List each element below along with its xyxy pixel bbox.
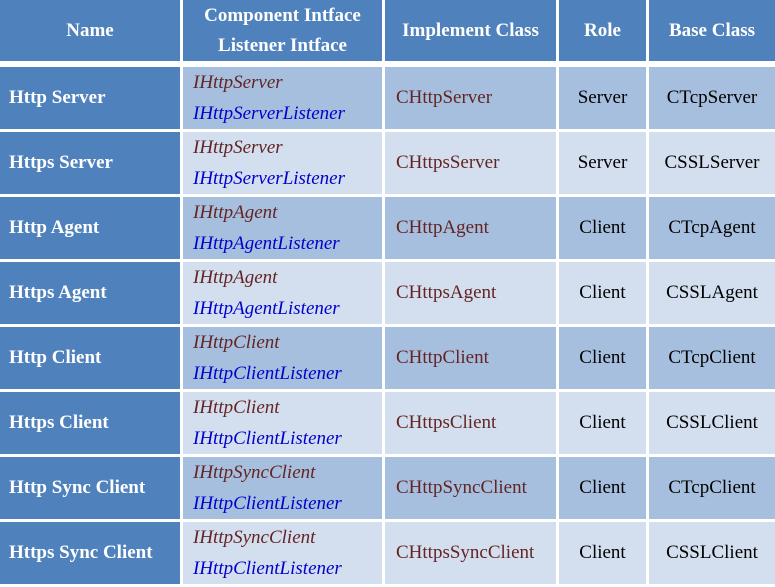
table-row: Http Sync Client IHttpSyncClient IHttpClie… bbox=[0, 457, 775, 522]
cell-name: Http Client bbox=[0, 327, 183, 392]
table-row: Http Client IHttpClient IHttpClientListene… bbox=[0, 327, 775, 392]
component-interface: IHttpClient bbox=[193, 397, 280, 418]
cell-role: Client bbox=[559, 327, 649, 392]
cell-role: Server bbox=[559, 67, 649, 132]
component-interface: IHttpAgent bbox=[193, 267, 278, 288]
cell-role: Client bbox=[559, 262, 649, 327]
cell-name: Https Agent bbox=[0, 262, 183, 327]
table-row: Http Agent IHttpAgent IHttpAgentListener CH… bbox=[0, 197, 775, 262]
table-row: Https Client IHttpClient IHttpClientListen… bbox=[0, 392, 775, 457]
cell-implement-class: CHttpServer bbox=[385, 67, 559, 132]
cell-interfaces: IHttpSyncClient IHttpClientListener bbox=[183, 522, 385, 587]
cell-role: Client bbox=[559, 392, 649, 457]
cell-role: Client bbox=[559, 197, 649, 262]
header-implement-class: Implement Class bbox=[385, 0, 559, 67]
cell-implement-class: CHttpsAgent bbox=[385, 262, 559, 327]
header-interface-line1: Component Intface bbox=[204, 4, 361, 26]
cell-implement-class: CHttpAgent bbox=[385, 197, 559, 262]
cell-name: Https Sync Client bbox=[0, 522, 183, 587]
cell-name: Https Server bbox=[0, 132, 183, 197]
cell-interfaces: IHttpServer IHttpServerListener bbox=[183, 67, 385, 132]
listener-interface: IHttpClientListener bbox=[193, 493, 342, 514]
cell-interfaces: IHttpClient IHttpClientListener bbox=[183, 392, 385, 457]
header-role: Role bbox=[559, 0, 649, 67]
cell-base-class: CSSLServer bbox=[649, 132, 775, 197]
cell-base-class: CSSLClient bbox=[649, 522, 775, 587]
cell-base-class: CTcpServer bbox=[649, 67, 775, 132]
cell-base-class: CTcpClient bbox=[649, 457, 775, 522]
cell-name: Http Sync Client bbox=[0, 457, 183, 522]
component-interface: IHttpAgent bbox=[193, 202, 278, 223]
table-row: Https Server IHttpServer IHttpServerListen… bbox=[0, 132, 775, 197]
cell-name: Https Client bbox=[0, 392, 183, 457]
table-row: Https Sync Client IHttpSyncClient IHttpCli… bbox=[0, 522, 775, 587]
table-row: Https Agent IHttpAgent IHttpAgentListener C… bbox=[0, 262, 775, 327]
header-interface-line2: Listener Intface bbox=[218, 34, 347, 56]
component-interface: IHttpSyncClient bbox=[193, 527, 316, 548]
component-interface: IHttpServer bbox=[193, 137, 283, 158]
cell-role: Client bbox=[559, 457, 649, 522]
listener-interface: IHttpClientListener bbox=[193, 428, 342, 449]
cell-base-class: CTcpAgent bbox=[649, 197, 775, 262]
cell-role: Client bbox=[559, 522, 649, 587]
cell-interfaces: IHttpSyncClient IHttpClientListener bbox=[183, 457, 385, 522]
component-interface: IHttpSyncClient bbox=[193, 462, 316, 483]
cell-name: Http Server bbox=[0, 67, 183, 132]
listener-interface: IHttpClientListener bbox=[193, 363, 342, 384]
cell-implement-class: CHttpSyncClient bbox=[385, 457, 559, 522]
listener-interface: IHttpAgentListener bbox=[193, 233, 340, 254]
cell-implement-class: CHttpClient bbox=[385, 327, 559, 392]
cell-base-class: CSSLAgent bbox=[649, 262, 775, 327]
table-row: Http Server IHttpServer IHttpServerListene… bbox=[0, 67, 775, 132]
header-interface: Component Intface Listener Intface bbox=[183, 0, 385, 67]
header-base-class: Base Class bbox=[649, 0, 775, 67]
listener-interface: IHttpServerListener bbox=[193, 168, 345, 189]
cell-implement-class: CHttpsClient bbox=[385, 392, 559, 457]
cell-base-class: CSSLClient bbox=[649, 392, 775, 457]
cell-implement-class: CHttpsServer bbox=[385, 132, 559, 197]
cell-name: Http Agent bbox=[0, 197, 183, 262]
cell-interfaces: IHttpAgent IHttpAgentListener bbox=[183, 262, 385, 327]
cell-interfaces: IHttpServer IHttpServerListener bbox=[183, 132, 385, 197]
cell-base-class: CTcpClient bbox=[649, 327, 775, 392]
component-interface: IHttpServer bbox=[193, 72, 283, 93]
cell-implement-class: CHttpsSyncClient bbox=[385, 522, 559, 587]
listener-interface: IHttpServerListener bbox=[193, 103, 345, 124]
http-components-table: Name Component Intface Listener Intface … bbox=[0, 0, 775, 587]
cell-interfaces: IHttpClient IHttpClientListener bbox=[183, 327, 385, 392]
header-name: Name bbox=[0, 0, 183, 67]
cell-interfaces: IHttpAgent IHttpAgentListener bbox=[183, 197, 385, 262]
component-interface: IHttpClient bbox=[193, 332, 280, 353]
header-row: Name Component Intface Listener Intface … bbox=[0, 0, 775, 67]
listener-interface: IHttpClientListener bbox=[193, 558, 342, 579]
cell-role: Server bbox=[559, 132, 649, 197]
listener-interface: IHttpAgentListener bbox=[193, 298, 340, 319]
